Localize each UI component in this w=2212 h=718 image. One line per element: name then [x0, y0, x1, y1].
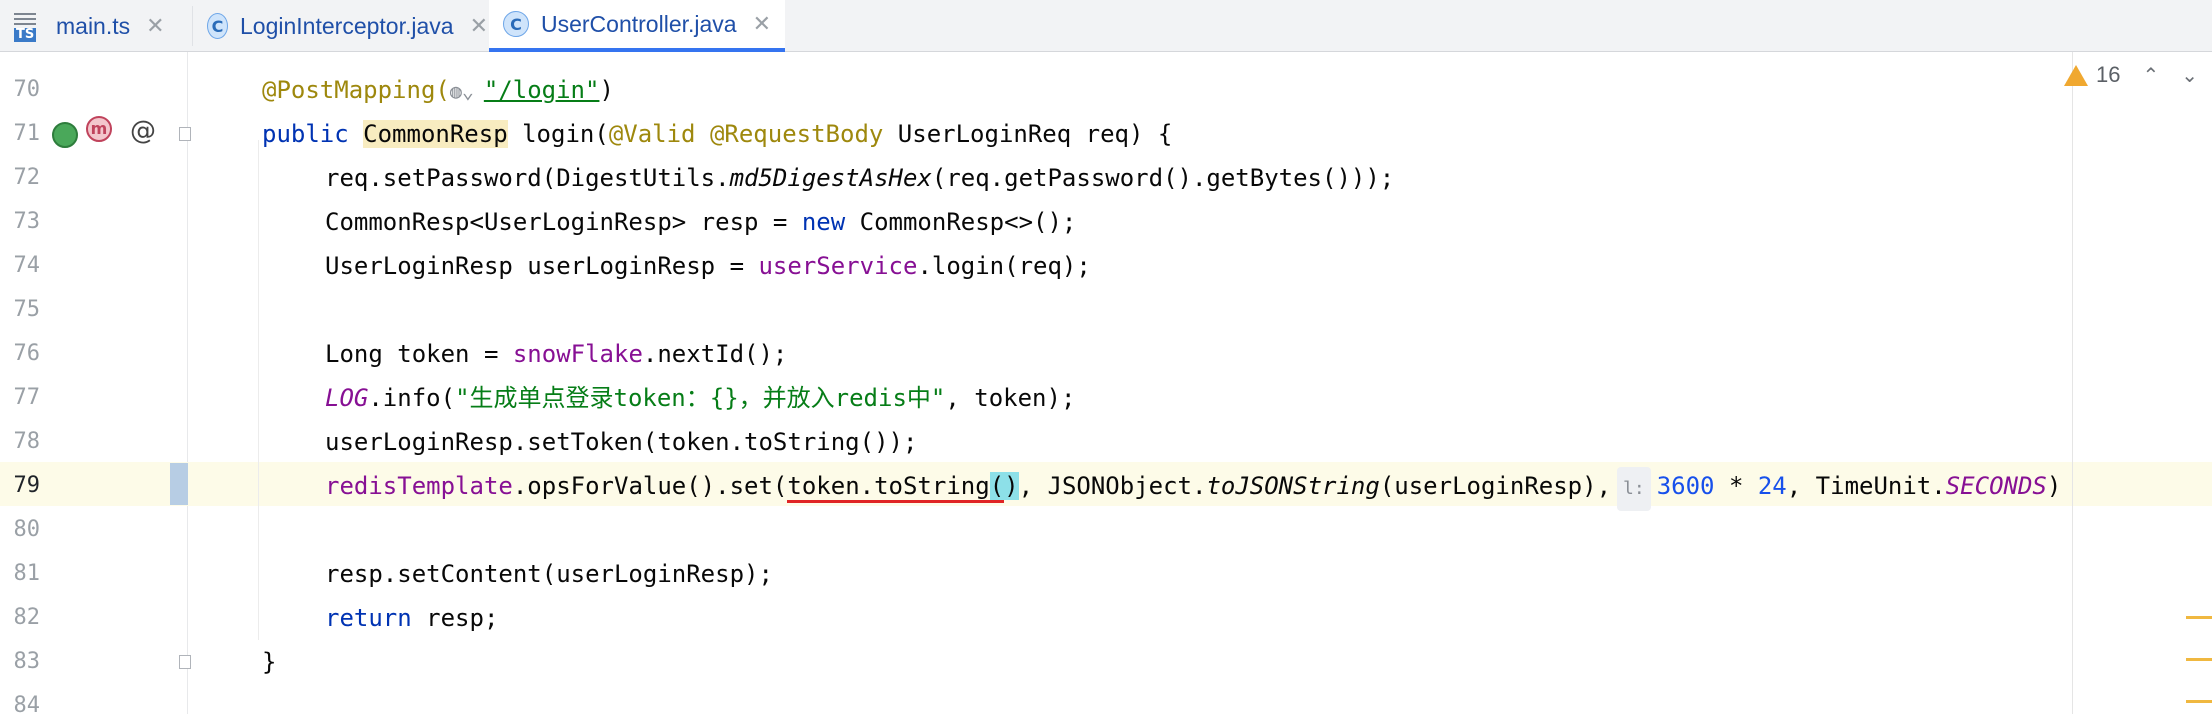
inspection-widget[interactable]: 16 ⌃ ⌄: [2064, 62, 2198, 88]
right-margin-guide: [2072, 52, 2073, 714]
editor-tab-bar: TS main.ts ✕ C LoginInterceptor.java ✕ C…: [0, 0, 2212, 52]
close-icon[interactable]: ✕: [753, 11, 771, 37]
scrollbar-warning-mark[interactable]: [2186, 658, 2212, 661]
line-number: 72: [13, 165, 41, 190]
web-endpoint-icon[interactable]: [52, 122, 78, 148]
scrollbar-warning-mark[interactable]: [2186, 616, 2212, 619]
next-highlight-icon[interactable]: ⌄: [2181, 63, 2198, 88]
line-number: 80: [13, 517, 41, 542]
line-number: 75: [13, 297, 41, 322]
line-number: 73: [13, 209, 41, 234]
code-line-83[interactable]: }: [262, 640, 276, 684]
tab-label: main.ts: [56, 12, 131, 39]
line-number: 83: [13, 649, 41, 674]
code-line-77[interactable]: LOG.info("生成单点登录token：{}，并放入redis中", tok…: [325, 376, 1075, 420]
vcs-change-marker[interactable]: [170, 463, 188, 505]
parameter-hint: l:: [1617, 467, 1651, 511]
line-number: 76: [13, 341, 41, 366]
indent-guide: [258, 140, 259, 640]
tab-main-ts[interactable]: TS main.ts ✕: [0, 0, 192, 52]
method-mapping-icon[interactable]: m: [86, 116, 112, 142]
code-line-71[interactable]: public CommonResp login(@Valid @RequestB…: [262, 112, 1172, 156]
warning-icon: [2064, 64, 2088, 86]
line-number: 71: [13, 121, 41, 146]
line-number: 78: [13, 429, 41, 454]
warning-count: 16: [2096, 62, 2121, 87]
line-number: 70: [13, 77, 41, 102]
code-line-79[interactable]: redisTemplate.opsForValue().set(token.to…: [325, 464, 2061, 511]
code-line-70[interactable]: @PostMapping(◍⌄ "/login"): [262, 68, 614, 112]
tab-login-interceptor[interactable]: C LoginInterceptor.java ✕: [193, 0, 488, 52]
line-number: 81: [13, 561, 41, 586]
close-icon[interactable]: ✕: [146, 13, 164, 39]
line-number-current: 79: [13, 473, 41, 498]
line-number: 84: [13, 693, 41, 718]
globe-icon[interactable]: ◍⌄: [450, 69, 484, 113]
error-underline[interactable]: token.toString(: [787, 472, 1005, 503]
annotation-icon[interactable]: @: [130, 116, 156, 146]
previous-highlight-icon[interactable]: ⌃: [2142, 63, 2159, 88]
code-line-73[interactable]: CommonResp<UserLoginResp> resp = new Com…: [325, 200, 1076, 244]
code-line-81[interactable]: resp.setContent(userLoginResp);: [325, 552, 773, 596]
code-line-82[interactable]: return resp;: [325, 596, 498, 640]
java-class-icon: C: [207, 13, 229, 39]
code-line-76[interactable]: Long token = snowFlake.nextId();: [325, 332, 787, 376]
close-icon[interactable]: ✕: [470, 13, 488, 39]
fold-toggle-icon[interactable]: [179, 127, 191, 141]
line-number: 77: [13, 385, 41, 410]
scrollbar-warning-mark[interactable]: [2186, 700, 2212, 703]
typescript-file-icon: TS: [14, 10, 46, 42]
tab-user-controller[interactable]: C UserController.java ✕: [489, 0, 785, 52]
code-line-78[interactable]: userLoginResp.setToken(token.toString())…: [325, 420, 917, 464]
line-number: 82: [13, 605, 41, 630]
line-number: 74: [13, 253, 41, 278]
code-line-72[interactable]: req.setPassword(DigestUtils.md5DigestAsH…: [325, 156, 1394, 200]
tab-label: LoginInterceptor.java: [240, 12, 454, 39]
code-line-74[interactable]: UserLoginResp userLoginResp = userServic…: [325, 244, 1091, 288]
fold-toggle-icon[interactable]: [179, 655, 191, 669]
java-class-icon: C: [503, 11, 529, 37]
tab-label: UserController.java: [541, 10, 737, 37]
